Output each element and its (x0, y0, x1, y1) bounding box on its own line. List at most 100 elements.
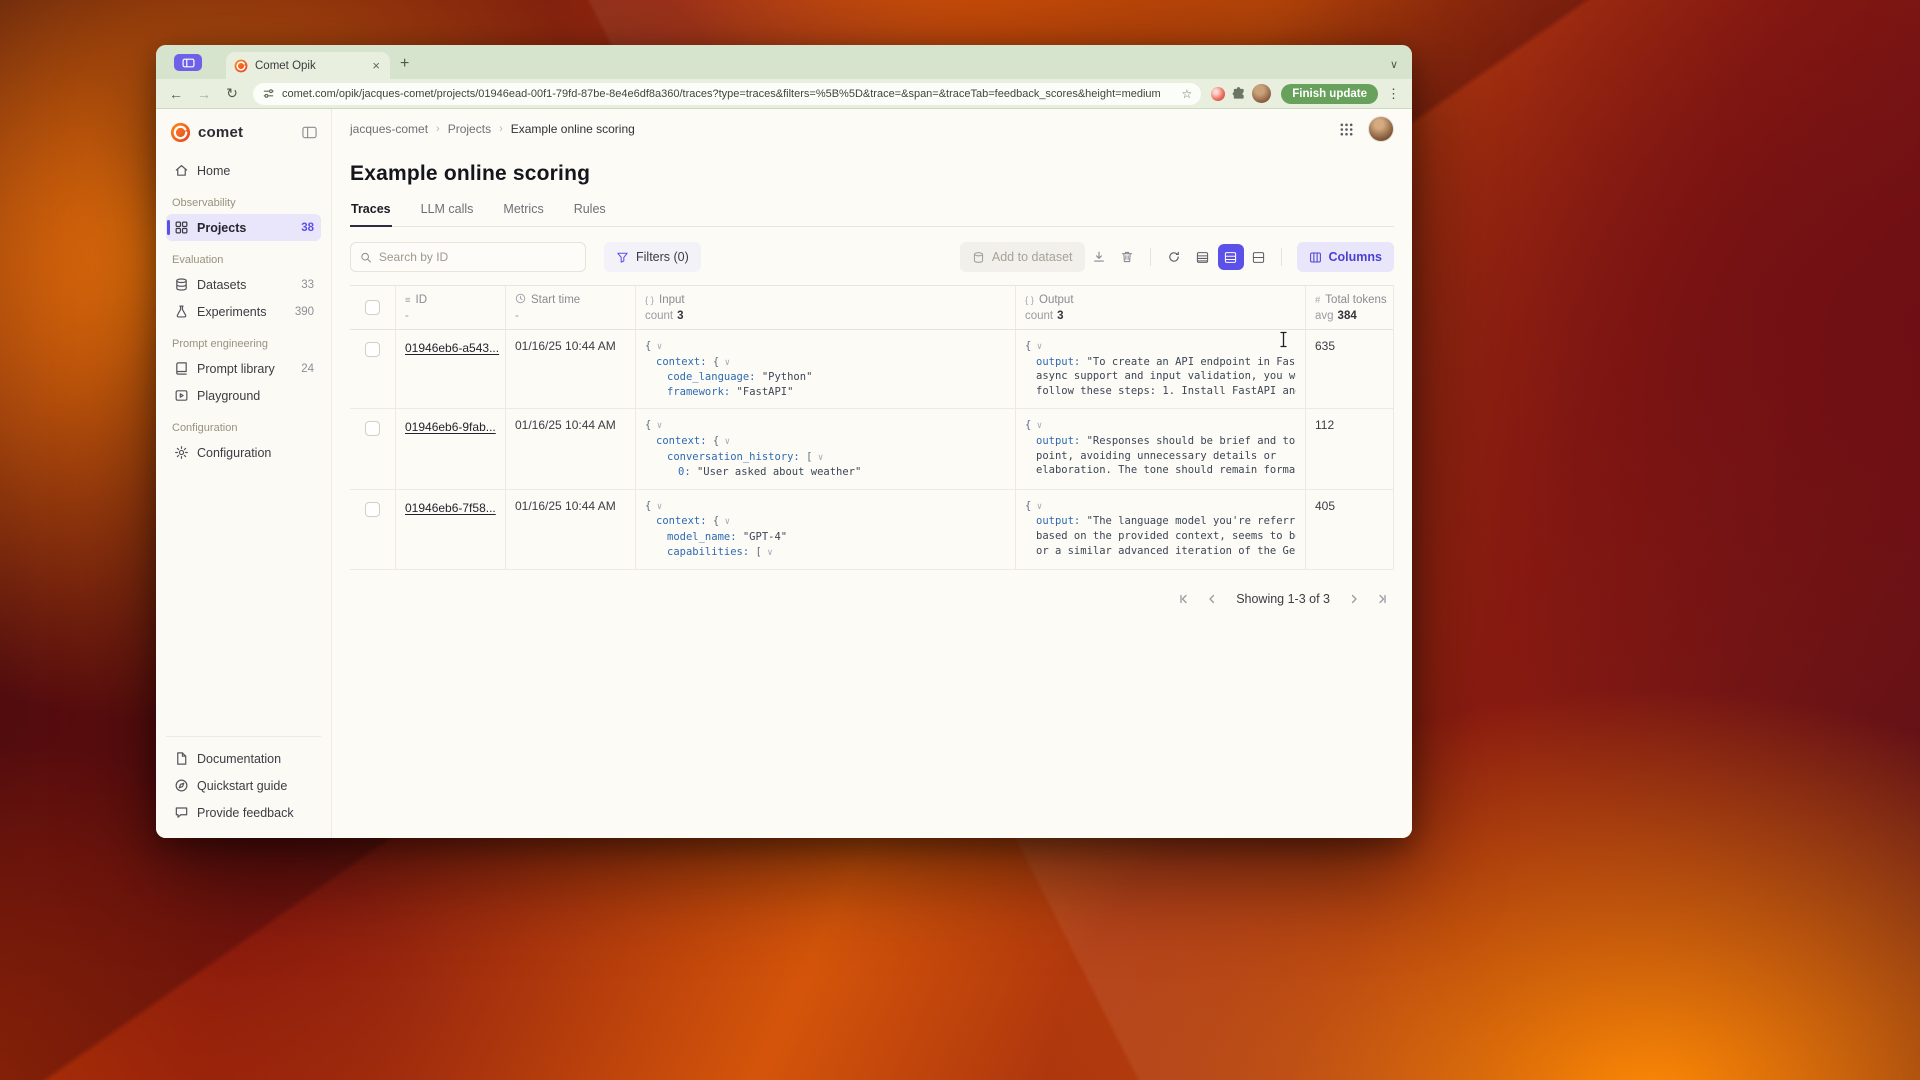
reload-button[interactable]: ↻ (221, 85, 243, 102)
breadcrumb-item-current: Example online scoring (511, 122, 635, 136)
density-compact-button[interactable] (1190, 244, 1216, 270)
export-download-button[interactable] (1085, 243, 1113, 271)
add-to-dataset-button[interactable]: Add to dataset (960, 242, 1085, 272)
column-header-start-time[interactable]: Start time - (506, 286, 636, 329)
expand-chevron-icon[interactable]: ∨ (719, 358, 730, 368)
browser-tab-strip: Comet Opik × + ∨ (156, 45, 1412, 79)
browser-toolbar: ← → ↻ comet.com/opik/jacques-comet/proje… (156, 79, 1412, 109)
expand-chevron-icon[interactable]: ∨ (1031, 502, 1042, 512)
row-input-cell[interactable]: { ∨context: { ∨code_language: "Python"fr… (636, 330, 1016, 408)
density-tall-button[interactable] (1246, 244, 1272, 270)
sidebar-item-quickstart-guide[interactable]: Quickstart guide (166, 772, 321, 799)
page-title: Example online scoring (350, 162, 1394, 186)
forward-button[interactable]: → (193, 86, 215, 102)
row-checkbox[interactable] (365, 342, 380, 357)
select-all-checkbox[interactable] (365, 300, 380, 315)
quickstart-compass-icon (173, 778, 189, 793)
refresh-button[interactable] (1160, 243, 1188, 271)
site-settings-icon[interactable] (262, 87, 275, 100)
browser-profile-avatar[interactable] (1252, 84, 1271, 103)
expand-chevron-icon[interactable]: ∨ (1031, 342, 1042, 352)
url-bar[interactable]: comet.com/opik/jacques-comet/projects/01… (253, 83, 1201, 105)
table-row[interactable]: 01946eb6-a543... 01/16/25 10:44 AM { ∨co… (350, 330, 1394, 409)
browser-menu-icon[interactable]: ⋮ (1384, 86, 1403, 102)
extension-brand-icon[interactable] (1211, 87, 1225, 101)
sidebar: comet Home Observability Projects 38 Eva… (156, 109, 332, 838)
expand-chevron-icon[interactable]: ∨ (651, 342, 662, 352)
apps-grid-icon[interactable] (1339, 122, 1354, 137)
expand-chevron-icon[interactable]: ∨ (762, 548, 773, 558)
delete-button[interactable] (1113, 243, 1141, 271)
collapse-sidebar-icon[interactable] (302, 126, 317, 139)
row-input-cell[interactable]: { ∨context: { ∨model_name: "GPT-4"capabi… (636, 490, 1016, 569)
sidebar-item-home[interactable]: Home (166, 157, 321, 184)
pagination-next-button[interactable] (1342, 587, 1366, 611)
tab-metrics[interactable]: Metrics (502, 202, 544, 226)
row-checkbox[interactable] (365, 421, 380, 436)
column-header-input[interactable]: { }Input count3 (636, 286, 1016, 329)
columns-icon (1309, 251, 1322, 264)
back-button[interactable]: ← (165, 86, 187, 102)
code-line: { ∨ (645, 339, 1006, 355)
tab-rules[interactable]: Rules (573, 202, 607, 226)
first-page-icon (1177, 592, 1191, 606)
code-line: context: { ∨ (645, 434, 1006, 450)
code-line: capabilities: [ ∨ (645, 545, 1006, 561)
sidebar-item-provide-feedback[interactable]: Provide feedback (166, 799, 321, 826)
bookmark-star-icon[interactable]: ☆ (1181, 87, 1192, 101)
sidebar-item-datasets[interactable]: Datasets 33 (166, 271, 321, 298)
row-checkbox[interactable] (365, 502, 380, 517)
sidebar-item-projects[interactable]: Projects 38 (166, 214, 321, 241)
row-id-link[interactable]: 01946eb6-7f58... (405, 501, 496, 515)
pagination-last-button[interactable] (1370, 587, 1394, 611)
expand-chevron-icon[interactable]: ∨ (1031, 421, 1042, 431)
user-avatar[interactable] (1368, 116, 1394, 142)
new-tab-button[interactable]: + (400, 55, 409, 73)
table-row[interactable]: 01946eb6-7f58... 01/16/25 10:44 AM { ∨co… (350, 490, 1394, 570)
pagination-first-button[interactable] (1172, 587, 1196, 611)
column-header-total-tokens[interactable]: #Total tokens avg384 (1306, 286, 1394, 329)
pagination-prev-button[interactable] (1200, 587, 1224, 611)
density-medium-button[interactable] (1218, 244, 1244, 270)
tab-traces[interactable]: Traces (350, 202, 392, 227)
density-tall-icon (1252, 251, 1265, 264)
row-output-cell[interactable]: { ∨output: "The language model you're re… (1016, 490, 1306, 569)
sidebar-item-configuration[interactable]: Configuration (166, 439, 321, 466)
search-box[interactable] (350, 242, 586, 272)
expand-chevron-icon[interactable]: ∨ (812, 453, 823, 463)
browser-tab[interactable]: Comet Opik × (226, 52, 390, 79)
filters-button[interactable]: Filters (0) (604, 242, 701, 272)
sidebar-item-prompt-library[interactable]: Prompt library 24 (166, 355, 321, 382)
search-input[interactable] (379, 250, 576, 264)
extensions-puzzle-icon[interactable] (1231, 86, 1246, 101)
row-id-link[interactable]: 01946eb6-9fab... (405, 420, 496, 434)
row-input-cell[interactable]: { ∨context: { ∨conversation_history: [ ∨… (636, 409, 1016, 488)
id-column-icon: ≡ (405, 295, 411, 306)
column-header-output[interactable]: { }Output count3 (1016, 286, 1306, 329)
page-tabs: Traces LLM calls Metrics Rules (350, 202, 1394, 227)
expand-chevron-icon[interactable]: ∨ (651, 502, 662, 512)
row-output-cell[interactable]: { ∨output: "To create an API endpoint in… (1016, 330, 1306, 408)
breadcrumb-item-workspace[interactable]: jacques-comet (350, 122, 428, 136)
tab-llm-calls[interactable]: LLM calls (420, 202, 475, 226)
app-header: jacques-comet › Projects › Example onlin… (350, 109, 1394, 149)
configuration-gear-icon (173, 445, 189, 460)
sidebar-item-documentation[interactable]: Documentation (166, 745, 321, 772)
next-page-icon (1347, 592, 1361, 606)
table-row[interactable]: 01946eb6-9fab... 01/16/25 10:44 AM { ∨co… (350, 409, 1394, 489)
column-header-id[interactable]: ≡ID - (396, 286, 506, 329)
expand-chevron-icon[interactable]: ∨ (651, 421, 662, 431)
feedback-chat-icon (173, 805, 189, 820)
tab-strip-chevron-icon[interactable]: ∨ (1390, 58, 1398, 71)
finish-update-button[interactable]: Finish update (1281, 84, 1378, 104)
columns-button[interactable]: Columns (1297, 242, 1394, 272)
expand-chevron-icon[interactable]: ∨ (719, 437, 730, 447)
sidebar-item-playground[interactable]: Playground (166, 382, 321, 409)
breadcrumb-item-projects[interactable]: Projects (448, 122, 491, 136)
row-output-cell[interactable]: { ∨output: "Responses should be brief an… (1016, 409, 1306, 488)
tab-group-button[interactable] (174, 54, 202, 71)
sidebar-item-experiments[interactable]: Experiments 390 (166, 298, 321, 325)
tab-close-icon[interactable]: × (370, 59, 382, 72)
expand-chevron-icon[interactable]: ∨ (719, 517, 730, 527)
row-id-link[interactable]: 01946eb6-a543... (405, 341, 499, 355)
